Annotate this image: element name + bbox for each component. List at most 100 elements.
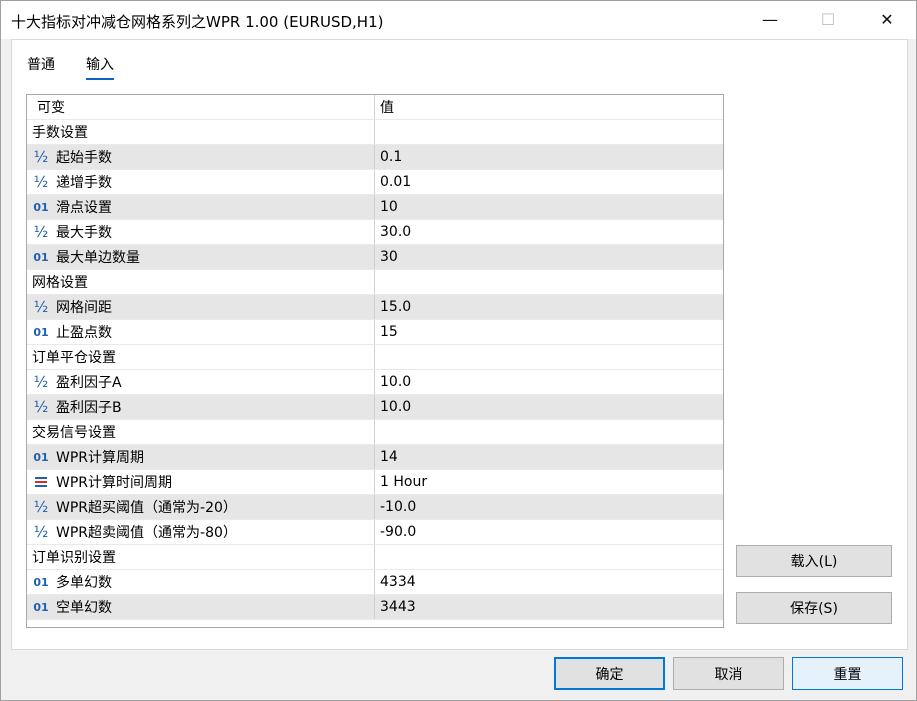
param-name-cell: ½ 网格间距 bbox=[27, 295, 375, 319]
load-button[interactable]: 载入(L) bbox=[736, 545, 892, 577]
param-value[interactable]: 14 bbox=[375, 445, 723, 469]
table-row[interactable]: ½ 网格间距 15.0 bbox=[27, 295, 723, 320]
param-value[interactable]: 10.0 bbox=[375, 370, 723, 394]
section-row[interactable]: 手数设置 bbox=[27, 120, 723, 145]
section-row[interactable]: 网格设置 bbox=[27, 270, 723, 295]
integer-type-icon: 01 bbox=[33, 450, 49, 464]
ok-button[interactable]: 确定 bbox=[554, 657, 665, 690]
reset-button[interactable]: 重置 bbox=[792, 657, 903, 690]
param-name: 起始手数 bbox=[56, 150, 112, 166]
integer-type-icon: 01 bbox=[33, 325, 49, 339]
param-name: 盈利因子A bbox=[56, 375, 122, 391]
maximize-button[interactable]: ☐ bbox=[805, 1, 851, 39]
header-variable[interactable]: 可变 bbox=[27, 95, 375, 119]
tab-inputs[interactable]: 输入 bbox=[86, 54, 114, 80]
param-name: 多单幻数 bbox=[56, 575, 112, 591]
tab-panel: 普通 输入 可变 值 手数设置 ½ 起始手数 0.1 ½ 递增手数 0.01 01 滑点设置 10… bbox=[11, 39, 908, 650]
double-type-icon: ½ bbox=[33, 298, 49, 316]
section-row[interactable]: 交易信号设置 bbox=[27, 420, 723, 445]
param-name: WPR计算周期 bbox=[56, 450, 145, 466]
param-value[interactable]: 30 bbox=[375, 245, 723, 269]
table-row[interactable]: ½ 递增手数 0.01 bbox=[27, 170, 723, 195]
table-row[interactable]: ½ 起始手数 0.1 bbox=[27, 145, 723, 170]
param-name-cell: 网格设置 bbox=[27, 270, 375, 294]
param-value[interactable]: 10.0 bbox=[375, 395, 723, 419]
table-row[interactable]: 01 WPR计算周期 14 bbox=[27, 445, 723, 470]
window-title: 十大指标对冲减仓网格系列之WPR 1.00 (EURUSD,H1) bbox=[11, 13, 384, 31]
close-button[interactable]: ✕ bbox=[864, 1, 910, 39]
param-name: 最大单边数量 bbox=[56, 250, 140, 266]
table-row[interactable]: 01 空单幻数 3443 bbox=[27, 595, 723, 620]
section-row[interactable]: 订单识别设置 bbox=[27, 545, 723, 570]
double-type-icon: ½ bbox=[33, 398, 49, 416]
dialog-window: 十大指标对冲减仓网格系列之WPR 1.00 (EURUSD,H1) — ☐ ✕ … bbox=[0, 0, 917, 701]
param-name-cell: ½ 最大手数 bbox=[27, 220, 375, 244]
double-type-icon: ½ bbox=[33, 373, 49, 391]
param-name: 网格间距 bbox=[56, 300, 112, 316]
maximize-icon: ☐ bbox=[820, 10, 836, 29]
param-value[interactable]: 0.1 bbox=[375, 145, 723, 169]
integer-type-icon: 01 bbox=[33, 250, 49, 264]
param-value bbox=[375, 420, 723, 444]
param-value[interactable]: 10 bbox=[375, 195, 723, 219]
integer-type-icon: 01 bbox=[33, 600, 49, 614]
param-value bbox=[375, 545, 723, 569]
param-name-cell: 01 空单幻数 bbox=[27, 595, 375, 619]
param-name-cell: ½ 盈利因子B bbox=[27, 395, 375, 419]
table-row[interactable]: ½ WPR超买阈值（通常为-20） -10.0 bbox=[27, 495, 723, 520]
param-name: 订单识别设置 bbox=[32, 550, 116, 566]
param-name-cell: ½ 起始手数 bbox=[27, 145, 375, 169]
param-name: 止盈点数 bbox=[56, 325, 112, 341]
param-name: 手数设置 bbox=[32, 125, 88, 141]
table-row[interactable]: 01 多单幻数 4334 bbox=[27, 570, 723, 595]
param-name: 交易信号设置 bbox=[32, 425, 116, 441]
param-value bbox=[375, 120, 723, 144]
table-row[interactable]: ½ 最大手数 30.0 bbox=[27, 220, 723, 245]
table-row[interactable]: ½ 盈利因子B 10.0 bbox=[27, 395, 723, 420]
enum-type-icon bbox=[32, 474, 50, 490]
table-row[interactable]: WPR计算时间周期 1 Hour bbox=[27, 470, 723, 495]
table-row[interactable]: ½ 盈利因子A 10.0 bbox=[27, 370, 723, 395]
param-name: 网格设置 bbox=[32, 275, 88, 291]
param-name: 订单平仓设置 bbox=[32, 350, 116, 366]
double-type-icon: ½ bbox=[33, 173, 49, 191]
param-name-cell: 01 最大单边数量 bbox=[27, 245, 375, 269]
param-name: 最大手数 bbox=[56, 225, 112, 241]
table-row[interactable]: 01 止盈点数 15 bbox=[27, 320, 723, 345]
header-value[interactable]: 值 bbox=[375, 95, 723, 119]
param-value[interactable]: 30.0 bbox=[375, 220, 723, 244]
title-bar: 十大指标对冲减仓网格系列之WPR 1.00 (EURUSD,H1) — ☐ ✕ bbox=[1, 1, 916, 39]
param-name-cell: WPR计算时间周期 bbox=[27, 470, 375, 494]
table-row[interactable]: 01 滑点设置 10 bbox=[27, 195, 723, 220]
param-value[interactable]: -10.0 bbox=[375, 495, 723, 519]
param-value[interactable]: 1 Hour bbox=[375, 470, 723, 494]
param-name-cell: 01 WPR计算周期 bbox=[27, 445, 375, 469]
integer-type-icon: 01 bbox=[33, 575, 49, 589]
param-name: 空单幻数 bbox=[56, 600, 112, 616]
param-name-cell: 01 多单幻数 bbox=[27, 570, 375, 594]
grid-rows: 手数设置 ½ 起始手数 0.1 ½ 递增手数 0.01 01 滑点设置 10 ½ 最大手数 30.0 01… bbox=[27, 120, 723, 620]
param-value[interactable]: 3443 bbox=[375, 595, 723, 619]
double-type-icon: ½ bbox=[33, 148, 49, 166]
param-value bbox=[375, 270, 723, 294]
integer-type-icon: 01 bbox=[33, 200, 49, 214]
param-value[interactable]: 4334 bbox=[375, 570, 723, 594]
save-button[interactable]: 保存(S) bbox=[736, 592, 892, 624]
param-value[interactable]: -90.0 bbox=[375, 520, 723, 544]
minimize-button[interactable]: — bbox=[747, 1, 793, 39]
param-name-cell: 交易信号设置 bbox=[27, 420, 375, 444]
param-value[interactable]: 0.01 bbox=[375, 170, 723, 194]
param-value[interactable]: 15 bbox=[375, 320, 723, 344]
table-row[interactable]: ½ WPR超卖阈值（通常为-80） -90.0 bbox=[27, 520, 723, 545]
table-row[interactable]: 01 最大单边数量 30 bbox=[27, 245, 723, 270]
inputs-grid: 可变 值 手数设置 ½ 起始手数 0.1 ½ 递增手数 0.01 01 滑点设置 10 ½ 最大手数 3… bbox=[26, 94, 724, 628]
param-name: WPR计算时间周期 bbox=[56, 475, 173, 491]
param-value[interactable]: 15.0 bbox=[375, 295, 723, 319]
cancel-button[interactable]: 取消 bbox=[673, 657, 784, 690]
param-name: 递增手数 bbox=[56, 175, 112, 191]
param-name: WPR超卖阈值（通常为-80） bbox=[56, 525, 237, 541]
minimize-icon: — bbox=[762, 10, 778, 29]
section-row[interactable]: 订单平仓设置 bbox=[27, 345, 723, 370]
tab-common[interactable]: 普通 bbox=[27, 54, 55, 78]
param-name-cell: 订单识别设置 bbox=[27, 545, 375, 569]
